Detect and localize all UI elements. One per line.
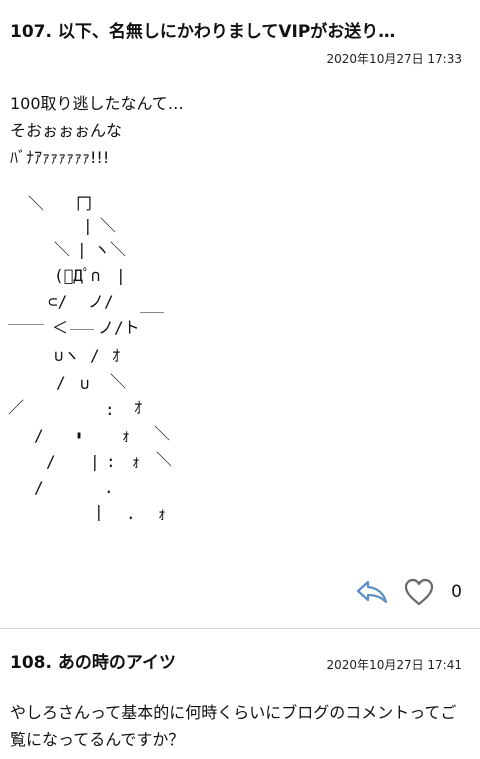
aa-part: ｵ	[134, 398, 143, 417]
ascii-art: ＼ 冂 | ＼ ＼ | ヽ ＼ (ﾟДﾟ∩ | ⊂/ ノ/ ＿＿＿ ＜ ＿＿ ノ…	[8, 186, 208, 531]
aa-part: ノ/	[88, 292, 114, 311]
aa-part: ＼	[156, 450, 173, 469]
aa-part: ＜	[52, 318, 69, 337]
aa-part: /	[90, 346, 100, 365]
aa-part: ￣￣	[140, 312, 165, 326]
body-line: 100取り逃したなんて…	[10, 94, 184, 113]
aa-part: .	[126, 504, 136, 523]
comment-title: 107. 以下、名無しにかわりましてVIPがお送り…	[10, 22, 396, 42]
aa-part: ∪	[80, 374, 90, 393]
aa-part: ＼	[100, 216, 117, 235]
comment-body: やしろさんって基本的に何時くらいにブログのコメントってご覧になってるんですか？	[10, 703, 457, 749]
aa-part: ／	[8, 398, 25, 417]
aa-part: |	[90, 452, 100, 471]
aa-part: ＿＿	[70, 317, 95, 331]
body-line: そおぉぉぉんな	[10, 121, 123, 140]
aa-part: :	[106, 452, 116, 471]
aa-part: ノ/ト	[98, 318, 140, 337]
aa-part: /	[46, 452, 56, 471]
heart-outline-icon[interactable]	[403, 577, 435, 607]
aa-part: .	[104, 478, 114, 497]
aa-part: ｫ	[122, 426, 131, 445]
comment-body: 100取り逃したなんて… そおぉぉぉんな ﾊﾞﾅｱｧｧｧｧｧｧ!!!	[10, 90, 184, 171]
aa-part: /	[56, 373, 66, 392]
aa-part: |	[77, 240, 87, 259]
aa-part: ＼	[110, 240, 127, 259]
aa-part: ＼	[110, 372, 127, 391]
aa-part: ｫ	[132, 452, 141, 471]
aa-part: ＼	[154, 424, 171, 443]
comment-date: 2020年10月27日 17:33	[326, 52, 462, 66]
aa-part: /	[34, 478, 44, 497]
aa-part: ＼	[54, 240, 71, 259]
like-count: 0	[451, 582, 462, 602]
aa-part: |	[94, 502, 104, 521]
aa-part: ⊂/	[48, 292, 68, 311]
aa-part: ｵ	[112, 346, 121, 365]
comment-actions: 0	[355, 575, 462, 609]
comment-107: 107. 以下、名無しにかわりましてVIPがお送り… 2020年10月27日 1…	[0, 0, 480, 628]
reply-arrow-icon[interactable]	[355, 579, 389, 605]
aa-part: ヽ	[94, 240, 111, 259]
aa-part: 冂	[76, 194, 93, 213]
aa-part: :	[105, 400, 115, 419]
aa-part: ＼	[28, 194, 45, 213]
comment-108: 108. あの時のアイツ 2020年10月27日 17:41 やしろさんって基本…	[0, 628, 480, 759]
aa-part: (ﾟДﾟ∩	[54, 266, 101, 285]
aa-part: ＿＿＿	[8, 312, 45, 326]
body-line: ﾊﾞﾅｱｧｧｧｧｧｧ!!!	[10, 148, 110, 167]
aa-part: |	[83, 216, 93, 235]
aa-part: |	[116, 266, 126, 285]
aa-part: ∪ヽ	[54, 346, 80, 365]
aa-part: ｫ	[158, 504, 167, 523]
comment-date: 2020年10月27日 17:41	[326, 658, 462, 672]
aa-part: /	[34, 426, 44, 445]
aa-part: ▮	[76, 430, 83, 441]
